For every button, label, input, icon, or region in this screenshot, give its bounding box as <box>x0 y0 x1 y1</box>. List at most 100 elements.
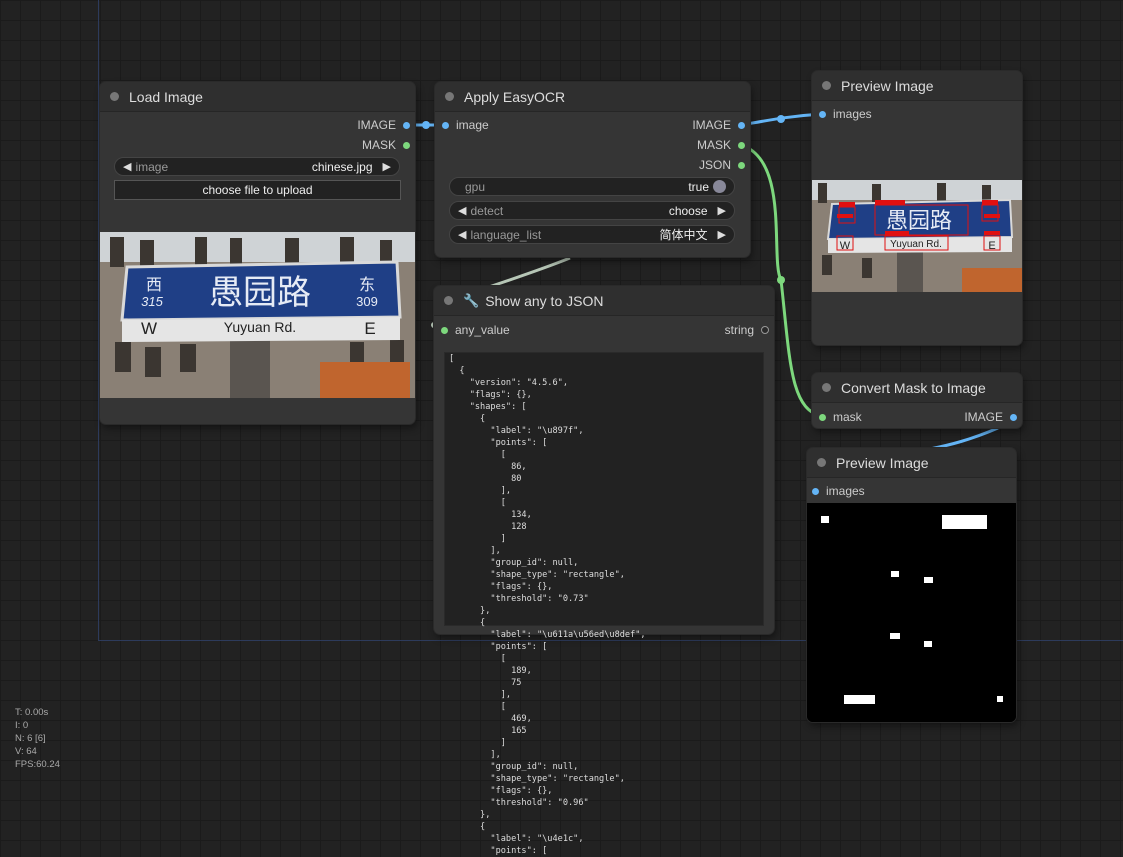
wire-image-ocr-to-preview <box>740 112 823 127</box>
node-title-bar[interactable]: Preview Image <box>812 71 1022 101</box>
output-image-dot[interactable] <box>738 121 745 129</box>
json-text-area[interactable]: [ { "version": "4.5.6", "flags": {}, "sh… <box>444 352 764 856</box>
arrow-left-icon[interactable]: ◀ <box>123 160 131 173</box>
output-json-dot[interactable] <box>738 161 745 169</box>
image-combo-widget[interactable]: ◀ image chinese.jpg ▶ <box>114 157 400 176</box>
collapse-dot[interactable] <box>817 458 826 467</box>
output-json-slot[interactable]: JSON <box>699 158 745 172</box>
input-image-label: image <box>456 118 489 132</box>
collapse-dot[interactable] <box>822 81 831 90</box>
street-sign-photo: 西 315 愚园路 东 309 W Yuyuan Rd. E <box>100 232 415 398</box>
sign-east-number: 309 <box>356 294 378 309</box>
stat-v: V: 64 <box>15 746 37 757</box>
input-mask-dot[interactable] <box>819 413 826 421</box>
widget-label: image <box>135 159 169 174</box>
widget-value: true <box>688 179 709 194</box>
language-list-combo-widget[interactable]: ◀ language_list 简体中文 ▶ <box>449 225 735 244</box>
input-images-dot[interactable] <box>819 110 826 118</box>
input-any-value-slot[interactable]: any_value <box>441 323 510 337</box>
input-image-dot[interactable] <box>442 121 449 129</box>
wrench-icon: 🔧 <box>463 292 480 308</box>
stat-fps: FPS:60.24 <box>15 759 60 770</box>
widget-value: choose <box>668 203 708 218</box>
input-mask-slot[interactable]: mask <box>819 410 862 424</box>
detect-combo-widget[interactable]: ◀ detect choose ▶ <box>449 201 735 220</box>
sign-west-number: 315 <box>141 294 163 309</box>
output-string-dot[interactable] <box>761 326 769 334</box>
input-images-slot[interactable]: images <box>819 107 872 121</box>
arrow-left-icon[interactable]: ◀ <box>458 204 466 217</box>
output-image-label: IMAGE <box>692 118 731 132</box>
image-preview: 西 315 愚园路 东 309 W Yuyuan Rd. E <box>100 232 415 398</box>
output-mask-label: MASK <box>361 138 396 152</box>
widget-label: detect <box>470 203 504 218</box>
output-image-label: IMAGE <box>357 118 396 132</box>
upload-button[interactable]: choose file to upload <box>114 180 401 200</box>
node-load-image[interactable]: Load Image IMAGE MASK ◀ image chinese.jp… <box>100 82 415 424</box>
node-title: Preview Image <box>841 77 934 94</box>
stat-time: T: 0.00s <box>15 707 49 718</box>
node-title: Show any to JSON <box>485 292 604 309</box>
output-json-label: JSON <box>698 158 731 172</box>
sign-road-name: Yuyuan Rd. <box>890 239 942 250</box>
output-mask-dot[interactable] <box>403 141 410 149</box>
output-image-slot[interactable]: IMAGE <box>964 410 1017 424</box>
input-images-label: images <box>826 484 865 498</box>
node-title: Load Image <box>129 88 203 105</box>
arrow-right-icon[interactable]: ▶ <box>383 160 391 173</box>
node-title-bar[interactable]: Load Image <box>100 82 415 112</box>
json-text[interactable]: [ { "version": "4.5.6", "flags": {}, "sh… <box>445 353 763 857</box>
node-title: Convert Mask to Image <box>841 379 986 396</box>
output-mask-slot[interactable]: MASK <box>362 138 410 152</box>
collapse-dot[interactable] <box>444 296 453 305</box>
collapse-dot[interactable] <box>445 92 454 101</box>
sign-west-char: 西 <box>146 277 162 294</box>
sign-chinese-name: 愚园路 <box>209 274 311 312</box>
gpu-toggle[interactable]: gpu true <box>449 177 735 196</box>
sign-chinese-name: 愚园路 <box>886 208 952 233</box>
node-apply-easyocr[interactable]: Apply EasyOCR image IMAGE MASK JSON gpu … <box>435 82 750 257</box>
node-title-bar[interactable]: Convert Mask to Image <box>812 373 1022 403</box>
node-title: Preview Image <box>836 454 929 471</box>
widget-label: language_list <box>470 227 542 242</box>
output-image-slot[interactable]: IMAGE <box>357 118 410 132</box>
stat-i: I: 0 <box>15 720 29 731</box>
node-preview-image-top[interactable]: Preview Image images 愚园路 W Yuyuan Rd. E <box>812 71 1022 345</box>
input-images-dot[interactable] <box>812 487 819 495</box>
output-image-slot[interactable]: IMAGE <box>692 118 745 132</box>
node-preview-image-mask[interactable]: Preview Image images <box>807 448 1016 722</box>
widget-value: 简体中文 <box>659 228 708 242</box>
wire-mask-ocr-to-convert-midpoint <box>777 276 785 284</box>
wire-image-convert-to-preview <box>929 426 999 451</box>
node-title-bar[interactable]: Preview Image <box>807 448 1016 478</box>
group-border-left <box>98 0 99 640</box>
mask-image <box>807 503 1016 722</box>
ocr-annotated-photo: 愚园路 W Yuyuan Rd. E <box>812 180 1022 292</box>
wire-image-ocr-to-preview-midpoint <box>777 115 785 123</box>
input-mask-label: mask <box>833 410 862 424</box>
node-show-any-to-json[interactable]: 🔧 Show any to JSON any_value string [ { … <box>434 286 774 856</box>
collapse-dot[interactable] <box>110 92 119 101</box>
output-image-dot[interactable] <box>1010 413 1017 421</box>
stat-nodes: N: 6 [6] <box>15 733 46 744</box>
output-mask-dot[interactable] <box>738 141 745 149</box>
output-image-label: IMAGE <box>964 410 1003 424</box>
node-title-bar[interactable]: 🔧 Show any to JSON <box>434 286 774 316</box>
arrow-right-icon[interactable]: ▶ <box>718 204 726 217</box>
arrow-left-icon[interactable]: ◀ <box>458 228 466 241</box>
widget-label: gpu <box>465 179 486 194</box>
output-mask-slot[interactable]: MASK <box>697 138 745 152</box>
node-title-bar[interactable]: Apply EasyOCR <box>435 82 750 112</box>
collapse-dot[interactable] <box>822 383 831 392</box>
input-any-value-dot[interactable] <box>441 326 448 334</box>
node-convert-mask-to-image[interactable]: Convert Mask to Image mask IMAGE <box>812 373 1022 428</box>
stats-overlay: T: 0.00s I: 0 N: 6 [6] V: 64 FPS:60.24 <box>15 706 60 771</box>
output-image-dot[interactable] <box>403 121 410 129</box>
input-images-slot[interactable]: images <box>812 484 865 498</box>
arrow-right-icon[interactable]: ▶ <box>718 228 726 241</box>
mask-preview-image <box>807 503 1016 722</box>
input-image-slot[interactable]: image <box>442 118 489 132</box>
output-string-slot[interactable]: string <box>725 323 769 337</box>
sign-east-char: 东 <box>359 276 375 294</box>
toggle-knob-icon[interactable] <box>713 180 726 193</box>
